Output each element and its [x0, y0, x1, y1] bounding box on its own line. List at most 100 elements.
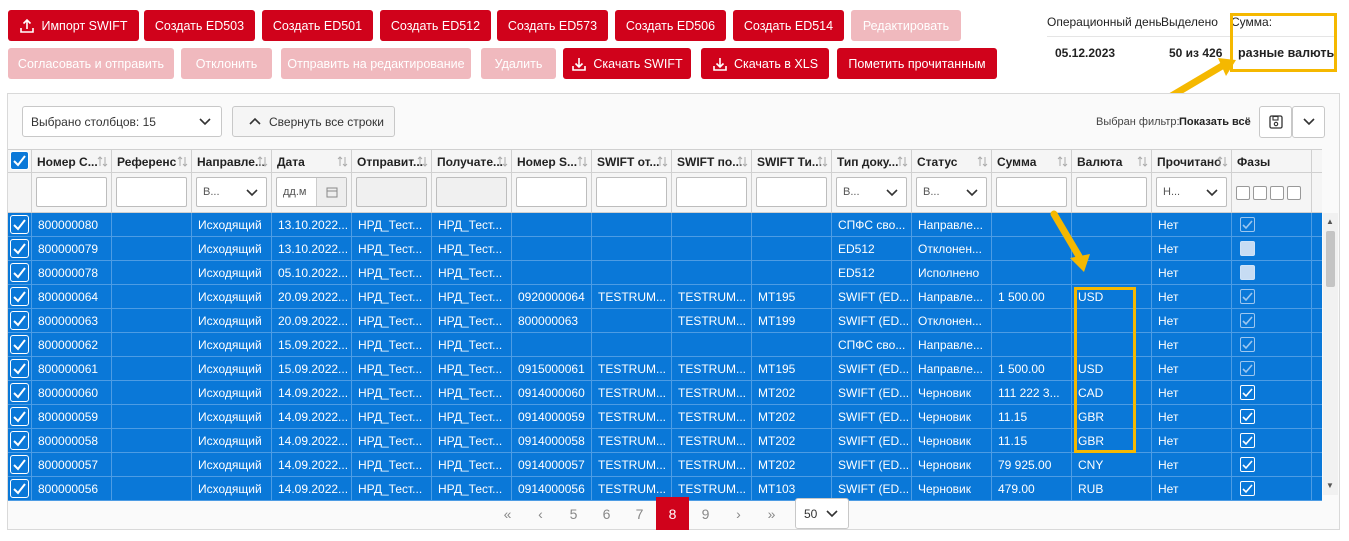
column-header[interactable]: Прочитано: [1152, 150, 1232, 172]
send-to-edit-button[interactable]: Отправить на редактирование: [281, 48, 471, 79]
row-checkbox[interactable]: [10, 383, 29, 402]
create-ed573-button[interactable]: Создать ED573: [497, 10, 608, 41]
row-checkbox[interactable]: [10, 479, 29, 498]
column-header[interactable]: Тип доку...: [832, 150, 912, 172]
phase-checkbox[interactable]: [1240, 265, 1255, 280]
phase-filter-checkbox[interactable]: [1253, 186, 1267, 200]
sort-icon[interactable]: [97, 156, 108, 167]
page-6-button[interactable]: 6: [590, 497, 623, 530]
phase-filter-checkbox[interactable]: [1236, 186, 1250, 200]
phase-filter-checkbox[interactable]: [1270, 186, 1284, 200]
row-select-cell[interactable]: [8, 333, 32, 356]
filter-menu-button[interactable]: [1292, 106, 1325, 138]
page-size-select[interactable]: 50: [795, 498, 849, 529]
create-ed503-button[interactable]: Создать ED503: [144, 10, 255, 41]
column-header[interactable]: Референс: [112, 150, 192, 172]
create-ed506-button[interactable]: Создать ED506: [615, 10, 726, 41]
filter-input[interactable]: [756, 177, 827, 207]
first-page-button[interactable]: «: [491, 497, 524, 530]
row-checkbox[interactable]: [10, 359, 29, 378]
phase-checkbox[interactable]: [1240, 361, 1255, 376]
phase-checkbox[interactable]: [1240, 481, 1255, 496]
create-ed501-button[interactable]: Создать ED501: [262, 10, 373, 41]
filter-input[interactable]: [596, 177, 667, 207]
row-select-cell[interactable]: [8, 237, 32, 260]
mark-read-button[interactable]: Пометить прочитанным: [837, 48, 997, 79]
sort-icon[interactable]: [817, 156, 828, 167]
column-header[interactable]: SWIFT от...: [592, 150, 672, 172]
filter-input[interactable]: Н...: [1156, 177, 1227, 207]
sort-icon[interactable]: [497, 156, 508, 167]
collapse-rows-button[interactable]: Свернуть все строки: [232, 106, 395, 137]
save-filter-button[interactable]: [1259, 106, 1292, 138]
sort-icon[interactable]: [417, 156, 428, 167]
vertical-scrollbar[interactable]: ▲ ▼: [1323, 213, 1338, 495]
column-header[interactable]: SWIFT Ти...: [752, 150, 832, 172]
filter-input[interactable]: [36, 177, 107, 207]
sort-icon[interactable]: [337, 156, 348, 167]
row-select-cell[interactable]: [8, 405, 32, 428]
filter-input[interactable]: В...: [836, 177, 907, 207]
calendar-icon[interactable]: [316, 178, 346, 206]
table-row[interactable]: 800000057 Исходящий 14.09.2022... НРД_Тест.…: [8, 453, 1322, 477]
column-header[interactable]: SWIFT по...: [672, 150, 752, 172]
sort-icon[interactable]: [257, 156, 268, 167]
sort-icon[interactable]: [977, 156, 988, 167]
select-all-checkbox[interactable]: [10, 151, 29, 170]
sort-icon[interactable]: [657, 156, 668, 167]
delete-button[interactable]: Удалить: [481, 48, 556, 79]
import-swift-button[interactable]: Импорт SWIFT: [8, 10, 139, 41]
sort-icon[interactable]: [1057, 156, 1068, 167]
download-swift-button[interactable]: Скачать SWIFT: [563, 48, 691, 79]
phase-checkbox[interactable]: [1240, 241, 1255, 256]
sort-icon[interactable]: [737, 156, 748, 167]
filter-input[interactable]: дд.м: [276, 177, 347, 207]
sort-icon[interactable]: [897, 156, 908, 167]
download-xls-button[interactable]: Скачать в XLS: [701, 48, 829, 79]
phase-checkbox[interactable]: [1240, 385, 1255, 400]
approve-send-button[interactable]: Согласовать и отправить: [8, 48, 174, 79]
column-header[interactable]: Номер S...: [512, 150, 592, 172]
row-select-cell[interactable]: [8, 213, 32, 236]
row-checkbox[interactable]: [10, 455, 29, 474]
sort-icon[interactable]: [577, 156, 588, 167]
prev-page-button[interactable]: ‹: [524, 497, 557, 530]
phase-filter-checkbox[interactable]: [1287, 186, 1301, 200]
page-8-button[interactable]: 8: [656, 497, 689, 530]
sort-icon[interactable]: [1217, 156, 1228, 167]
row-checkbox[interactable]: [10, 431, 29, 450]
column-header[interactable]: Отправит...: [352, 150, 432, 172]
row-select-cell[interactable]: [8, 453, 32, 476]
column-header[interactable]: Дата: [272, 150, 352, 172]
row-select-cell[interactable]: [8, 477, 32, 500]
header-select-all[interactable]: [8, 150, 32, 172]
row-select-cell[interactable]: [8, 429, 32, 452]
table-row[interactable]: 800000078 Исходящий 05.10.2022... НРД_Тест.…: [8, 261, 1322, 285]
phase-checkbox[interactable]: [1240, 433, 1255, 448]
last-page-button[interactable]: »: [755, 497, 788, 530]
page-9-button[interactable]: 9: [689, 497, 722, 530]
create-ed512-button[interactable]: Создать ED512: [380, 10, 491, 41]
row-checkbox[interactable]: [10, 239, 29, 258]
edit-button[interactable]: Редактировать: [851, 10, 961, 41]
filter-input[interactable]: [516, 177, 587, 207]
column-header[interactable]: Сумма: [992, 150, 1072, 172]
table-row[interactable]: 800000080 Исходящий 13.10.2022... НРД_Тест.…: [8, 213, 1322, 237]
sort-icon[interactable]: [1137, 156, 1148, 167]
scrollbar-thumb[interactable]: [1326, 231, 1335, 287]
row-select-cell[interactable]: [8, 381, 32, 404]
column-header[interactable]: Статус: [912, 150, 992, 172]
scroll-up-icon[interactable]: ▲: [1326, 217, 1334, 226]
row-checkbox[interactable]: [10, 311, 29, 330]
sort-icon[interactable]: [177, 156, 188, 167]
filter-input[interactable]: В...: [196, 177, 267, 207]
table-row[interactable]: 800000079 Исходящий 13.10.2022... НРД_Тест.…: [8, 237, 1322, 261]
scroll-down-icon[interactable]: ▼: [1326, 481, 1334, 490]
page-7-button[interactable]: 7: [623, 497, 656, 530]
column-header[interactable]: Направле...: [192, 150, 272, 172]
columns-select[interactable]: Выбрано столбцов: 15: [22, 106, 222, 137]
row-checkbox[interactable]: [10, 263, 29, 282]
phase-checkbox[interactable]: [1240, 409, 1255, 424]
filter-input[interactable]: [676, 177, 747, 207]
row-checkbox[interactable]: [10, 335, 29, 354]
